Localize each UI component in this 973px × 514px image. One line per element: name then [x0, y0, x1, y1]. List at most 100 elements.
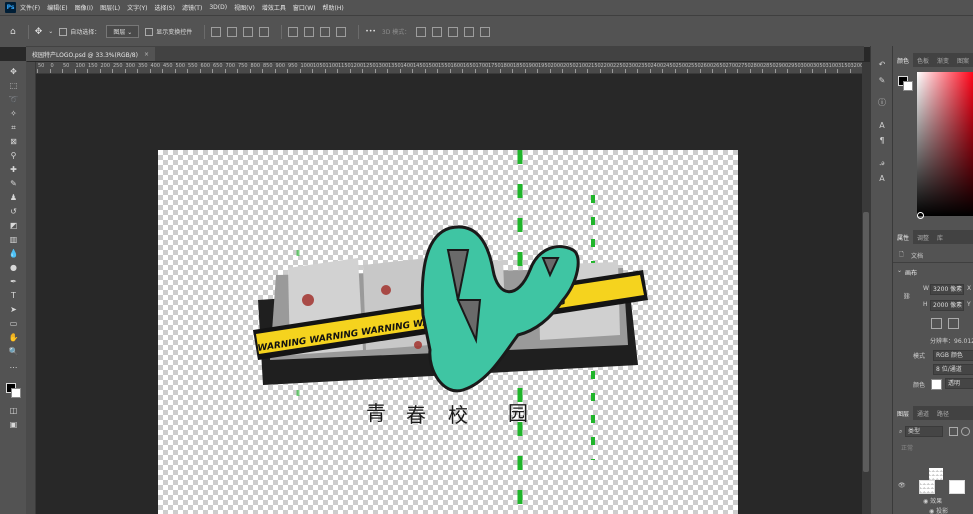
- quick-mask-icon[interactable]: ◫: [8, 405, 19, 416]
- height-field[interactable]: 2000 像素: [930, 300, 964, 311]
- eraser-tool-icon[interactable]: ◩: [8, 220, 19, 231]
- tab-libraries[interactable]: 库: [933, 230, 947, 244]
- background-color-swatch[interactable]: [11, 388, 21, 398]
- filter-adjustment-icon[interactable]: [961, 427, 970, 436]
- distribute-right-icon[interactable]: [320, 26, 331, 37]
- home-icon[interactable]: ⌂: [10, 27, 16, 37]
- move-tool-icon[interactable]: ✥: [35, 27, 43, 37]
- layer-thumbnail[interactable]: [929, 468, 943, 480]
- checkbox-icon[interactable]: [59, 28, 68, 37]
- character-styles-icon[interactable]: A: [877, 174, 887, 184]
- healing-brush-icon[interactable]: ✚: [8, 164, 19, 175]
- width-field[interactable]: 3200 像素: [930, 284, 964, 295]
- auto-select-toggle[interactable]: 自动选择：: [59, 27, 100, 37]
- tab-color[interactable]: 颜色: [893, 53, 914, 67]
- eyedropper-icon[interactable]: ⚲: [8, 150, 19, 161]
- pan-3d-icon[interactable]: [448, 26, 459, 37]
- menu-select[interactable]: 选择(S): [154, 3, 175, 12]
- distribute-left-icon[interactable]: [288, 26, 299, 37]
- menu-window[interactable]: 窗口(W): [293, 3, 316, 12]
- tab-gradients[interactable]: 渐变: [933, 53, 953, 67]
- dodge-tool-icon[interactable]: ●: [8, 262, 19, 273]
- tab-patterns[interactable]: 图案: [953, 53, 973, 67]
- filter-pixel-icon[interactable]: [949, 427, 958, 436]
- info-icon[interactable]: ⓘ: [877, 98, 887, 108]
- history-brush-icon[interactable]: ↺: [8, 206, 19, 217]
- menu-edit[interactable]: 编辑(E): [47, 3, 67, 12]
- magic-wand-icon[interactable]: ✧: [8, 108, 19, 119]
- chevron-down-icon[interactable]: ⌄: [48, 28, 53, 35]
- crop-tool-icon[interactable]: ⌗: [8, 122, 19, 133]
- scrollbar-thumb[interactable]: [863, 212, 869, 472]
- mode-dropdown[interactable]: RGB 颜色: [933, 350, 973, 361]
- bit-depth-dropdown[interactable]: 8 位/通道: [933, 364, 973, 375]
- orbit-3d-icon[interactable]: [416, 26, 427, 37]
- slide-3d-icon[interactable]: [464, 26, 475, 37]
- menu-file[interactable]: 文件(F): [20, 3, 40, 12]
- blur-tool-icon[interactable]: 💧: [8, 248, 19, 259]
- history-icon[interactable]: ↶: [877, 60, 887, 70]
- checkbox-icon[interactable]: [145, 28, 154, 37]
- portrait-orientation-icon[interactable]: [931, 318, 942, 329]
- marquee-tool-icon[interactable]: ⬚: [8, 80, 19, 91]
- distribute-top-icon[interactable]: [336, 26, 347, 37]
- tab-swatches[interactable]: 色板: [913, 53, 933, 67]
- menu-filter[interactable]: 滤镜(T): [182, 3, 202, 12]
- menu-3d[interactable]: 3D(D): [209, 4, 227, 11]
- zoom-tool-icon[interactable]: 🔍: [8, 346, 19, 357]
- move-tool-icon[interactable]: ✥: [8, 66, 19, 77]
- align-top-icon[interactable]: [259, 26, 270, 37]
- layer-thumbnail[interactable]: [919, 480, 935, 494]
- roll-3d-icon[interactable]: [432, 26, 443, 37]
- hand-tool-icon[interactable]: ✋: [8, 332, 19, 343]
- paragraph-icon[interactable]: ¶: [877, 136, 887, 146]
- menu-plugins[interactable]: 增效工具: [262, 3, 286, 12]
- background-color-box[interactable]: [931, 379, 942, 390]
- auto-select-dropdown[interactable]: 图层 ⌄: [106, 25, 140, 38]
- align-center-icon[interactable]: [227, 26, 238, 37]
- align-left-icon[interactable]: [211, 26, 222, 37]
- tab-channels[interactable]: 通道: [913, 406, 933, 420]
- link-icon[interactable]: ⛓: [903, 293, 911, 300]
- blend-mode-dropdown[interactable]: 正常: [901, 443, 913, 452]
- rectangle-tool-icon[interactable]: ▭: [8, 318, 19, 329]
- screen-mode-icon[interactable]: ▣: [8, 419, 19, 430]
- background-dropdown[interactable]: 透明: [945, 378, 973, 389]
- character-icon[interactable]: A: [877, 121, 887, 131]
- close-tab-icon[interactable]: ×: [144, 51, 149, 58]
- layer-mask-thumbnail[interactable]: [949, 480, 965, 494]
- menu-image[interactable]: 图像(I): [75, 3, 93, 12]
- frame-tool-icon[interactable]: ⊠: [8, 136, 19, 147]
- tab-adjustments[interactable]: 调整: [913, 230, 933, 244]
- more-tools-icon[interactable]: …: [8, 360, 19, 371]
- background-color-swatch[interactable]: [903, 81, 913, 91]
- menu-type[interactable]: 文字(Y): [127, 3, 147, 12]
- transform-controls-toggle[interactable]: 显示变换控件: [145, 27, 192, 37]
- more-options-button[interactable]: •••: [365, 28, 376, 35]
- canvas-workspace[interactable]: WARNING WARNING WARNING WARNING WARNING …: [36, 74, 862, 514]
- ruler-horizontal[interactable]: 50 0 50 100 150 200 250 300 350 400 450 500 550 600 65…: [35, 62, 862, 74]
- glyphs-icon[interactable]: ꭿ: [877, 158, 887, 168]
- align-right-icon[interactable]: [243, 26, 254, 37]
- landscape-orientation-icon[interactable]: [948, 318, 959, 329]
- path-selection-icon[interactable]: ➤: [8, 304, 19, 315]
- menu-view[interactable]: 视图(V): [234, 3, 255, 12]
- tab-properties[interactable]: 属性: [893, 230, 914, 244]
- stamp-tool-icon[interactable]: ♟: [8, 192, 19, 203]
- menu-layer[interactable]: 图层(L): [100, 3, 120, 12]
- tab-paths[interactable]: 路径: [933, 406, 953, 420]
- chevron-down-icon[interactable]: ⌄: [897, 267, 902, 274]
- pen-tool-icon[interactable]: ✒: [8, 276, 19, 287]
- menu-help[interactable]: 帮助(H): [323, 3, 344, 12]
- color-picker-cursor[interactable]: [917, 212, 924, 219]
- distribute-center-icon[interactable]: [304, 26, 315, 37]
- brush-settings-icon[interactable]: ✎: [877, 76, 887, 86]
- vertical-scrollbar[interactable]: [862, 62, 870, 514]
- type-tool-icon[interactable]: T: [8, 290, 19, 301]
- document-canvas[interactable]: WARNING WARNING WARNING WARNING WARNING …: [158, 150, 738, 514]
- scale-3d-icon[interactable]: [480, 26, 491, 37]
- search-icon[interactable]: ⌕: [899, 428, 902, 436]
- brush-tool-icon[interactable]: ✎: [8, 178, 19, 189]
- gradient-tool-icon[interactable]: ▥: [8, 234, 19, 245]
- color-picker-field[interactable]: [917, 72, 973, 216]
